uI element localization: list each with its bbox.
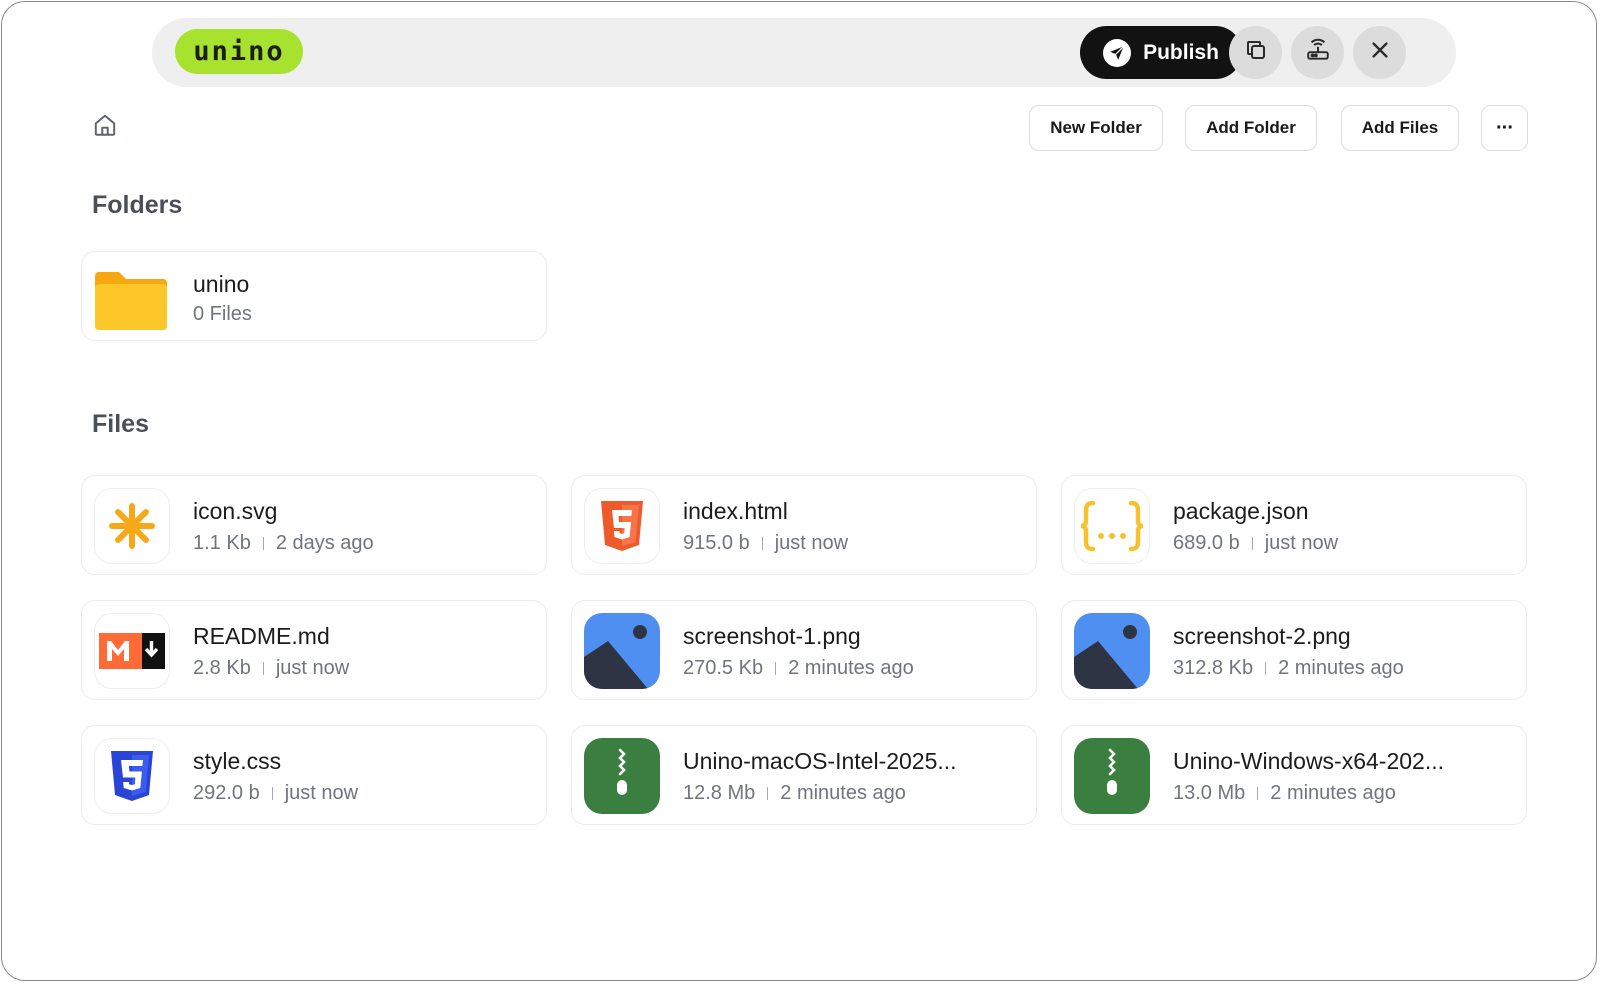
html5-file-icon bbox=[584, 488, 660, 564]
copy-icon bbox=[1244, 38, 1268, 67]
file-name: screenshot-1.png bbox=[683, 623, 861, 649]
file-modified: 2 minutes ago bbox=[1278, 657, 1404, 679]
close-button[interactable] bbox=[1353, 26, 1406, 79]
file-meta: 2.8 Kb just now bbox=[193, 657, 349, 680]
more-options-button[interactable]: ··· bbox=[1481, 105, 1528, 151]
add-files-button[interactable]: Add Files bbox=[1341, 105, 1459, 151]
publish-label: Publish bbox=[1143, 40, 1219, 64]
meta-divider bbox=[262, 537, 264, 550]
file-size: 1.1 Kb bbox=[193, 532, 251, 554]
file-card[interactable]: screenshot-1.png 270.5 Kb 2 minutes ago bbox=[571, 600, 1037, 700]
file-modified: just now bbox=[275, 657, 350, 679]
app-window: unino Publish New Folder Add Folder Add … bbox=[1, 1, 1597, 981]
css3-file-icon bbox=[94, 738, 170, 814]
file-size: 2.8 Kb bbox=[193, 657, 251, 679]
folder-icon bbox=[93, 262, 169, 338]
home-icon[interactable] bbox=[92, 112, 118, 138]
meta-divider bbox=[271, 787, 273, 800]
router-icon bbox=[1305, 37, 1331, 68]
zip-file-icon bbox=[584, 738, 660, 814]
folder-file-count: 0 Files bbox=[193, 303, 252, 325]
image-file-icon bbox=[584, 613, 660, 689]
copy-button[interactable] bbox=[1229, 26, 1282, 79]
top-bar: unino Publish bbox=[152, 18, 1456, 87]
file-modified: just now bbox=[284, 782, 359, 804]
file-name: package.json bbox=[1173, 498, 1309, 524]
file-card[interactable]: screenshot-2.png 312.8 Kb 2 minutes ago bbox=[1061, 600, 1527, 700]
file-size: 292.0 b bbox=[193, 782, 260, 804]
file-size: 689.0 b bbox=[1173, 532, 1240, 554]
file-size: 270.5 Kb bbox=[683, 657, 764, 679]
meta-divider bbox=[1257, 787, 1259, 800]
file-size: 12.8 Mb bbox=[683, 782, 756, 804]
file-meta: 1.1 Kb 2 days ago bbox=[193, 532, 374, 555]
meta-divider bbox=[1251, 537, 1253, 550]
meta-divider bbox=[262, 662, 264, 675]
meta-divider bbox=[761, 537, 763, 550]
paper-plane-icon bbox=[1103, 38, 1132, 67]
file-size: 13.0 Mb bbox=[1173, 782, 1246, 804]
file-name: screenshot-2.png bbox=[1173, 623, 1351, 649]
file-modified: 2 minutes ago bbox=[788, 657, 914, 679]
file-card[interactable]: icon.svg 1.1 Kb 2 days ago bbox=[81, 475, 547, 575]
file-meta: 13.0 Mb 2 minutes ago bbox=[1173, 782, 1396, 805]
file-card[interactable]: Unino-Windows-x64-202... 13.0 Mb 2 minute… bbox=[1061, 725, 1527, 825]
file-meta: 292.0 b just now bbox=[193, 782, 358, 805]
file-name: README.md bbox=[193, 623, 330, 649]
publish-button[interactable]: Publish bbox=[1080, 26, 1242, 79]
new-folder-button[interactable]: New Folder bbox=[1029, 105, 1163, 151]
add-folder-button[interactable]: Add Folder bbox=[1185, 105, 1317, 151]
file-meta: 689.0 b just now bbox=[1173, 532, 1338, 555]
file-size: 915.0 b bbox=[683, 532, 750, 554]
file-card[interactable]: index.html 915.0 b just now bbox=[571, 475, 1037, 575]
file-name: style.css bbox=[193, 748, 282, 774]
svg-file-icon bbox=[94, 488, 170, 564]
file-modified: just now bbox=[1264, 532, 1339, 554]
folders-heading: Folders bbox=[92, 191, 183, 219]
folder-card[interactable]: unino 0 Files bbox=[81, 251, 547, 341]
file-modified: 2 days ago bbox=[275, 532, 374, 554]
meta-divider bbox=[1265, 662, 1267, 675]
folder-name: unino bbox=[193, 271, 250, 297]
json-file-icon bbox=[1074, 488, 1150, 564]
files-heading: Files bbox=[92, 410, 149, 438]
file-card[interactable]: package.json 689.0 b just now bbox=[1061, 475, 1527, 575]
file-card[interactable]: Unino-macOS-Intel-2025... 12.8 Mb 2 minut… bbox=[571, 725, 1037, 825]
markdown-file-icon bbox=[94, 613, 170, 689]
close-icon bbox=[1369, 39, 1391, 66]
file-meta: 915.0 b just now bbox=[683, 532, 848, 555]
file-meta: 12.8 Mb 2 minutes ago bbox=[683, 782, 906, 805]
file-modified: 2 minutes ago bbox=[1270, 782, 1396, 804]
file-meta: 312.8 Kb 2 minutes ago bbox=[1173, 657, 1404, 680]
network-button[interactable] bbox=[1291, 26, 1344, 79]
file-card[interactable]: style.css 292.0 b just now bbox=[81, 725, 547, 825]
file-size: 312.8 Kb bbox=[1173, 657, 1254, 679]
file-name: icon.svg bbox=[193, 498, 278, 524]
file-card[interactable]: README.md 2.8 Kb just now bbox=[81, 600, 547, 700]
zip-file-icon bbox=[1074, 738, 1150, 814]
meta-divider bbox=[767, 787, 769, 800]
file-meta: 270.5 Kb 2 minutes ago bbox=[683, 657, 914, 680]
file-modified: just now bbox=[774, 532, 849, 554]
app-logo: unino bbox=[175, 29, 303, 74]
file-name: index.html bbox=[683, 498, 788, 524]
file-name: Unino-macOS-Intel-2025... bbox=[683, 748, 957, 774]
image-file-icon bbox=[1074, 613, 1150, 689]
file-modified: 2 minutes ago bbox=[780, 782, 906, 804]
meta-divider bbox=[775, 662, 777, 675]
file-name: Unino-Windows-x64-202... bbox=[1173, 748, 1445, 774]
